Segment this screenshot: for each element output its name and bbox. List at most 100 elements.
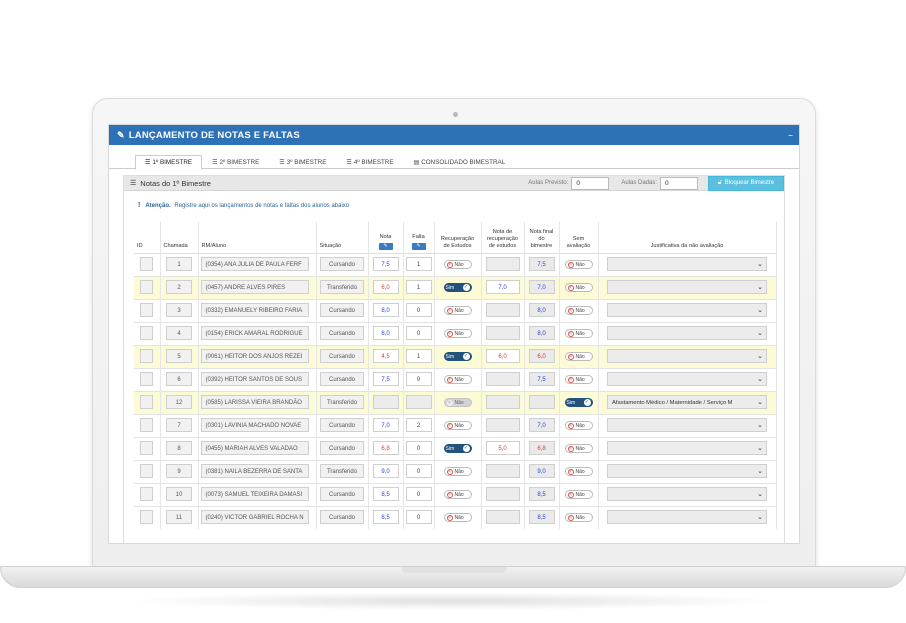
- falta-input[interactable]: 1: [405, 348, 432, 363]
- close-icon: ×: [446, 422, 453, 429]
- justificativa-select[interactable]: ⌄: [607, 279, 767, 294]
- table-row: 1 (0354) ANA JULIA DE PAULA FERF Cursando 7…: [134, 252, 777, 276]
- falta-input[interactable]: 2: [405, 417, 432, 432]
- nota-recuperacao-input: [485, 463, 520, 478]
- sem-avaliacao-toggle[interactable]: × Não: [564, 490, 593, 499]
- recuperacao-toggle[interactable]: × Não: [443, 421, 472, 430]
- aulas-previstas-label: Aulas Previsto:: [528, 180, 569, 186]
- justificativa-select[interactable]: ⌄: [607, 325, 767, 340]
- justificativa-select[interactable]: ⌄: [607, 486, 767, 501]
- nota-input[interactable]: 8,0: [372, 325, 399, 340]
- close-icon: ×: [446, 307, 453, 314]
- justificativa-select[interactable]: ⌄: [607, 417, 767, 432]
- falta-input[interactable]: 0: [405, 302, 432, 317]
- close-icon: ×: [446, 399, 453, 406]
- sem-avaliacao-toggle[interactable]: × Não: [564, 306, 593, 315]
- tab-3-bimestre[interactable]: ☰ 3º BIMESTRE: [269, 155, 336, 169]
- recuperacao-toggle[interactable]: × Não: [443, 260, 472, 269]
- nota-input[interactable]: 4,5: [372, 348, 399, 363]
- nota-input[interactable]: 8,5: [372, 486, 399, 501]
- alert-text: Registre aqui os lançamentos de notas e …: [174, 203, 350, 209]
- recuperacao-toggle[interactable]: × Não: [443, 513, 472, 523]
- nota-input[interactable]: 7,5: [372, 371, 399, 386]
- fill-falta-button[interactable]: ✎: [411, 242, 426, 250]
- nota-input[interactable]: 9,0: [372, 463, 399, 478]
- recuperacao-toggle[interactable]: Sim ✓: [443, 283, 472, 292]
- recuperacao-toggle[interactable]: × Não: [443, 329, 472, 338]
- list-icon: ☰: [145, 160, 151, 166]
- nota-final-field: 7,0: [528, 417, 555, 432]
- sem-avaliacao-toggle[interactable]: × Não: [564, 513, 593, 523]
- nota-input[interactable]: 8,5: [372, 509, 399, 524]
- laptop-shadow: [120, 592, 786, 610]
- nota-final-field: 9,0: [528, 463, 555, 478]
- falta-input[interactable]: 0: [405, 371, 432, 386]
- falta-input[interactable]: 0: [405, 463, 432, 478]
- justificativa-select[interactable]: ⌄: [607, 509, 767, 524]
- sem-avaliacao-toggle[interactable]: × Não: [564, 283, 593, 292]
- justificativa-select[interactable]: ⌄: [607, 256, 767, 271]
- nota-input[interactable]: 7,0: [372, 417, 399, 432]
- tab-1-bimestre[interactable]: ☰ 1º BIMESTRE: [135, 155, 203, 170]
- falta-input[interactable]: 0: [405, 440, 432, 455]
- tab-4-bimestre[interactable]: ☰ 4º BIMESTRE: [336, 155, 403, 169]
- nota-input[interactable]: 8,0: [372, 302, 399, 317]
- aulas-dadas-input[interactable]: 0: [660, 176, 698, 190]
- col-recuperacao: Recuperação de Estudos: [434, 222, 482, 254]
- sem-avaliacao-toggle[interactable]: × Não: [564, 260, 593, 269]
- sem-avaliacao-toggle[interactable]: × Não: [564, 352, 593, 361]
- falta-input[interactable]: 1: [405, 256, 432, 271]
- recuperacao-toggle[interactable]: × Não: [443, 306, 472, 315]
- student-name-field: (0457) ANDRE ALVES PIRES: [200, 279, 309, 294]
- recuperacao-toggle[interactable]: Sim ✓: [443, 352, 472, 361]
- panel-title: Notas do 1º Bimestre: [140, 178, 211, 188]
- aulas-previstas-input[interactable]: 0: [571, 176, 610, 190]
- recuperacao-toggle[interactable]: × Não: [443, 490, 472, 499]
- sem-avaliacao-toggle[interactable]: × Não: [564, 467, 593, 476]
- laptop-notch: [401, 567, 507, 573]
- nota-input[interactable]: 6,8: [372, 440, 399, 455]
- justificativa-select[interactable]: ⌄: [607, 371, 767, 386]
- row-id-field: [140, 302, 154, 317]
- col-id: ID: [134, 222, 161, 254]
- falta-input[interactable]: 0: [405, 325, 432, 340]
- list-icon: ☰: [212, 159, 218, 166]
- sem-avaliacao-toggle[interactable]: Sim ✓: [564, 398, 593, 407]
- falta-input[interactable]: 1: [405, 279, 432, 294]
- tab-2-bimestre[interactable]: ☰ 2º BIMESTRE: [202, 155, 269, 169]
- nota-input[interactable]: 7,5: [372, 256, 399, 271]
- nota-recuperacao-input[interactable]: 6,0: [485, 348, 520, 363]
- recuperacao-toggle[interactable]: × Não: [443, 375, 472, 384]
- nota-recuperacao-input[interactable]: 7,0: [485, 279, 520, 294]
- justificativa-select[interactable]: ⌄: [607, 440, 767, 455]
- recuperacao-toggle[interactable]: × Não: [443, 467, 472, 476]
- fill-nota-button[interactable]: ✎: [378, 242, 393, 250]
- alert-strong: Atenção.: [145, 203, 171, 209]
- falta-input[interactable]: 0: [405, 509, 432, 524]
- nota-recuperacao-input[interactable]: 5,0: [485, 440, 520, 455]
- table-row: 8 (0455) MARIAH ALVES VALADAO Cursando 6,8 0…: [134, 436, 777, 460]
- justificativa-select[interactable]: ⌄: [607, 302, 767, 317]
- justificativa-select[interactable]: ⌄: [607, 463, 767, 478]
- sem-avaliacao-toggle[interactable]: × Não: [564, 375, 593, 384]
- chamada-field: 4: [166, 325, 192, 340]
- check-icon: ✓: [583, 399, 591, 406]
- nota-input[interactable]: 6,0: [372, 279, 399, 294]
- lock-bimestre-button[interactable]: 🔓︎ Bloquear Bimestre: [708, 175, 784, 191]
- situacao-field: Cursando: [320, 302, 364, 317]
- student-name-field: (0585) LARISSA VIEIRA BRANDÃO: [200, 394, 309, 409]
- justificativa-select[interactable]: ⌄: [607, 348, 767, 363]
- justificativa-select[interactable]: Afastamento Médico / Maternidade / Servi…: [607, 394, 767, 409]
- collapse-icon[interactable]: –: [788, 131, 793, 140]
- chamada-field: 10: [166, 486, 192, 501]
- sem-avaliacao-toggle[interactable]: × Não: [564, 421, 593, 430]
- tab-consolidado[interactable]: ▤ CONSOLIDADO BIMESTRAL: [404, 155, 516, 169]
- recuperacao-toggle[interactable]: Sim ✓: [443, 444, 472, 453]
- list-icon: ☰: [130, 180, 137, 187]
- row-id-field: [140, 509, 154, 524]
- col-justificativa: Justificativa da não avaliação: [598, 222, 777, 254]
- sem-avaliacao-toggle[interactable]: × Não: [564, 444, 593, 453]
- close-icon: ×: [567, 376, 574, 383]
- falta-input[interactable]: 0: [405, 486, 432, 501]
- sem-avaliacao-toggle[interactable]: × Não: [564, 329, 593, 338]
